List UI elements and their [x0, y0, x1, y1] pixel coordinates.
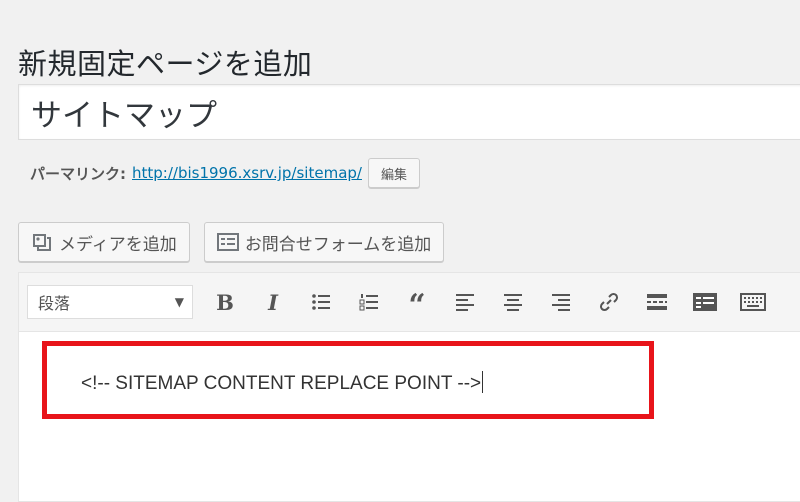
bold-icon: B [216, 289, 234, 315]
keyboard-icon [740, 293, 766, 311]
permalink-row: パーマリンク: http://bis1996.xsrv.jp/sitemap/ … [30, 156, 420, 190]
format-select[interactable]: 段落 ▼ [27, 285, 193, 319]
editor-text-line: <!-- SITEMAP CONTENT REPLACE POINT --> [81, 371, 484, 395]
blockquote-icon: “ [408, 288, 426, 323]
permalink-link[interactable]: http://bis1996.xsrv.jp/sitemap/ [132, 164, 362, 182]
read-more-icon [647, 294, 667, 310]
text-cursor [482, 371, 484, 393]
bulleted-list-button[interactable] [297, 282, 345, 322]
permalink-url-prefix: http://bis1996.xsrv.jp/ [132, 164, 297, 182]
blockquote-button[interactable]: “ [393, 282, 441, 322]
align-left-button[interactable] [441, 282, 489, 322]
align-right-button[interactable] [537, 282, 585, 322]
format-select-value: 段落 [38, 294, 71, 313]
form-icon [216, 231, 239, 253]
italic-icon: I [268, 289, 278, 315]
permalink-label: パーマリンク: [30, 164, 126, 183]
page-title: 新規固定ページを追加 [18, 47, 313, 82]
italic-button[interactable]: I [249, 282, 297, 322]
link-button[interactable] [585, 282, 633, 322]
align-left-icon [456, 294, 474, 311]
permalink-slug: sitemap/ [296, 164, 362, 182]
add-contact-form-label: お問合せフォームを追加 [244, 234, 432, 255]
post-title-input[interactable] [18, 84, 800, 140]
bulleted-list-icon [312, 294, 330, 310]
chevron-down-icon: ▼ [174, 295, 184, 309]
editor-content[interactable]: <!-- SITEMAP CONTENT REPLACE POINT --> [19, 331, 800, 501]
add-media-button[interactable]: メディアを追加 [18, 222, 190, 262]
permalink-edit-button[interactable]: 編集 [367, 158, 420, 188]
editor: 段落 ▼ B I “ <!-- SITEMAP CONTENT REPLACE … [18, 272, 800, 502]
toolbar-toggle-button[interactable] [681, 282, 729, 322]
toolbar-toggle-icon [693, 293, 717, 311]
align-center-icon [504, 294, 522, 311]
editor-content-text: <!-- SITEMAP CONTENT REPLACE POINT --> [81, 373, 482, 394]
media-icon [31, 231, 53, 253]
add-contact-form-button[interactable]: お問合せフォームを追加 [203, 222, 445, 262]
align-center-button[interactable] [489, 282, 537, 322]
add-media-label: メディアを追加 [59, 234, 177, 255]
bold-button[interactable]: B [201, 282, 249, 322]
numbered-list-button[interactable] [345, 282, 393, 322]
link-icon [599, 292, 619, 312]
read-more-button[interactable] [633, 282, 681, 322]
media-buttons: メディアを追加 お問合せフォームを追加 [18, 222, 445, 262]
numbered-list-icon [359, 294, 378, 311]
align-right-icon [552, 294, 570, 311]
editor-toolbar: 段落 ▼ B I “ [19, 273, 800, 332]
keyboard-button[interactable] [729, 282, 777, 322]
